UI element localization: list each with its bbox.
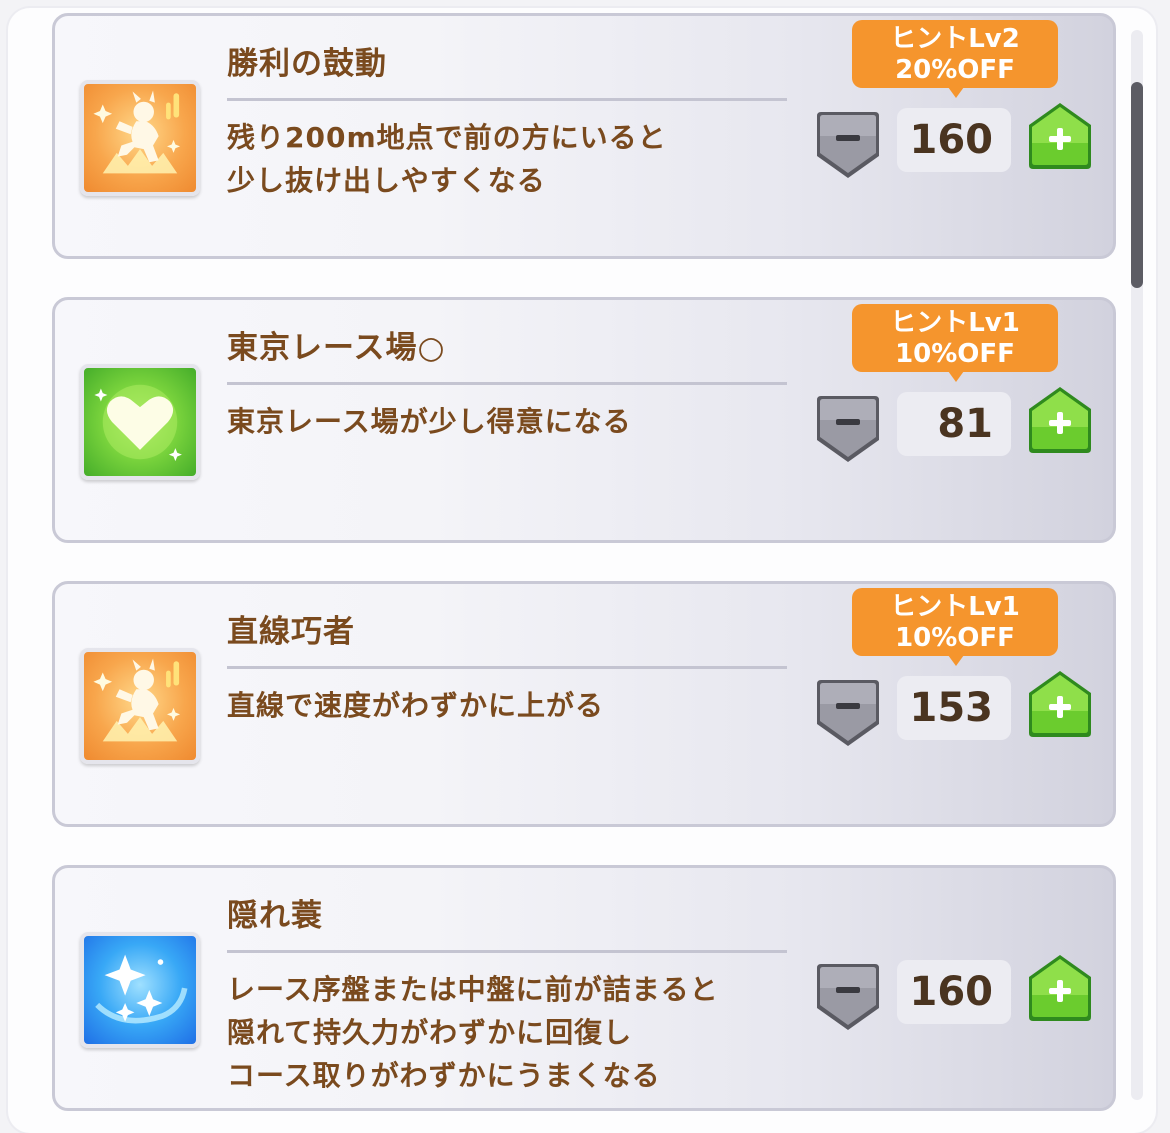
hint-badge: ヒントLv1 10%OFF [852, 304, 1058, 382]
hint-level: ヒントLv1 [890, 308, 1020, 338]
minus-icon [817, 964, 879, 1030]
divider [227, 98, 787, 101]
description-line: 東京レース場が少し得意になる [227, 405, 632, 438]
increase-button[interactable] [1025, 667, 1095, 743]
skill-card: 隠れ蓑 レース序盤または中盤に前が詰まると 隠れて持久力がわずかに回復し コース… [52, 865, 1116, 1111]
skill-description: レース序盤または中盤に前が詰まると 隠れて持久力がわずかに回復し コース取りがわ… [227, 968, 787, 1097]
hint-discount: 10%OFF [895, 339, 1015, 369]
increase-button[interactable] [1025, 383, 1095, 459]
skill-description: 直線で速度がわずかに上がる [227, 684, 787, 727]
plus-icon [1029, 387, 1091, 453]
skill-card: 勝利の鼓動 残り200m地点で前の方にいると 少し抜け出しやすくなる ヒントLv… [52, 13, 1116, 259]
heart-icon [80, 364, 200, 480]
divider [227, 382, 787, 385]
skill-name: 隠れ蓑 [227, 898, 323, 934]
minus-icon [817, 396, 879, 462]
hint-caret [948, 371, 964, 382]
skill-cost: 160 [897, 108, 1011, 172]
skill-card: 直線巧者 直線で速度がわずかに上がる ヒントLv1 10%OFF 153 [52, 581, 1116, 827]
sparkle-icon [80, 932, 200, 1048]
decrease-button[interactable] [813, 674, 883, 750]
hint-discount: 20%OFF [895, 55, 1015, 85]
skill-cost: 153 [897, 676, 1011, 740]
description-line: 隠れて持久力がわずかに回復し [227, 1016, 633, 1049]
description-line: コース取りがわずかにうまくなる [227, 1059, 661, 1092]
scrollbar[interactable] [1131, 30, 1143, 1100]
hint-badge: ヒントLv1 10%OFF [852, 588, 1058, 666]
skill-name: 勝利の鼓動 [227, 46, 387, 82]
minus-icon [817, 680, 879, 746]
increase-button[interactable] [1025, 951, 1095, 1027]
decrease-button[interactable] [813, 390, 883, 466]
hint-caret [948, 655, 964, 666]
hint-badge: ヒントLv2 20%OFF [852, 20, 1058, 98]
skill-cost: 160 [897, 960, 1011, 1024]
skill-card: 東京レース場○ 東京レース場が少し得意になる ヒントLv1 10%OFF 81 [52, 297, 1116, 543]
increase-button[interactable] [1025, 99, 1095, 175]
description-line: レース序盤または中盤に前が詰まると [227, 973, 719, 1006]
running-horse-icon [80, 80, 200, 196]
scrollbar-thumb[interactable] [1131, 82, 1143, 288]
description-line: 直線で速度がわずかに上がる [227, 689, 605, 722]
decrease-button[interactable] [813, 958, 883, 1034]
description-line: 残り200m地点で前の方にいると [227, 121, 667, 154]
plus-icon [1029, 103, 1091, 169]
plus-icon [1029, 955, 1091, 1021]
running-horse-icon [80, 648, 200, 764]
hint-caret [948, 87, 964, 98]
skill-cost: 81 [897, 392, 1011, 456]
skill-list: 勝利の鼓動 残り200m地点で前の方にいると 少し抜け出しやすくなる ヒントLv… [0, 0, 1170, 1121]
hint-discount: 10%OFF [895, 623, 1015, 653]
divider [227, 950, 787, 953]
decrease-button[interactable] [813, 106, 883, 182]
hint-level: ヒントLv1 [890, 592, 1020, 622]
divider [227, 666, 787, 669]
skill-description: 残り200m地点で前の方にいると 少し抜け出しやすくなる [227, 116, 787, 202]
description-line: 少し抜け出しやすくなる [227, 164, 546, 197]
plus-icon [1029, 671, 1091, 737]
hint-level: ヒントLv2 [890, 24, 1020, 54]
minus-icon [817, 112, 879, 178]
skill-description: 東京レース場が少し得意になる [227, 400, 787, 443]
skill-name: 直線巧者 [227, 614, 355, 650]
skill-name: 東京レース場○ [227, 330, 446, 366]
